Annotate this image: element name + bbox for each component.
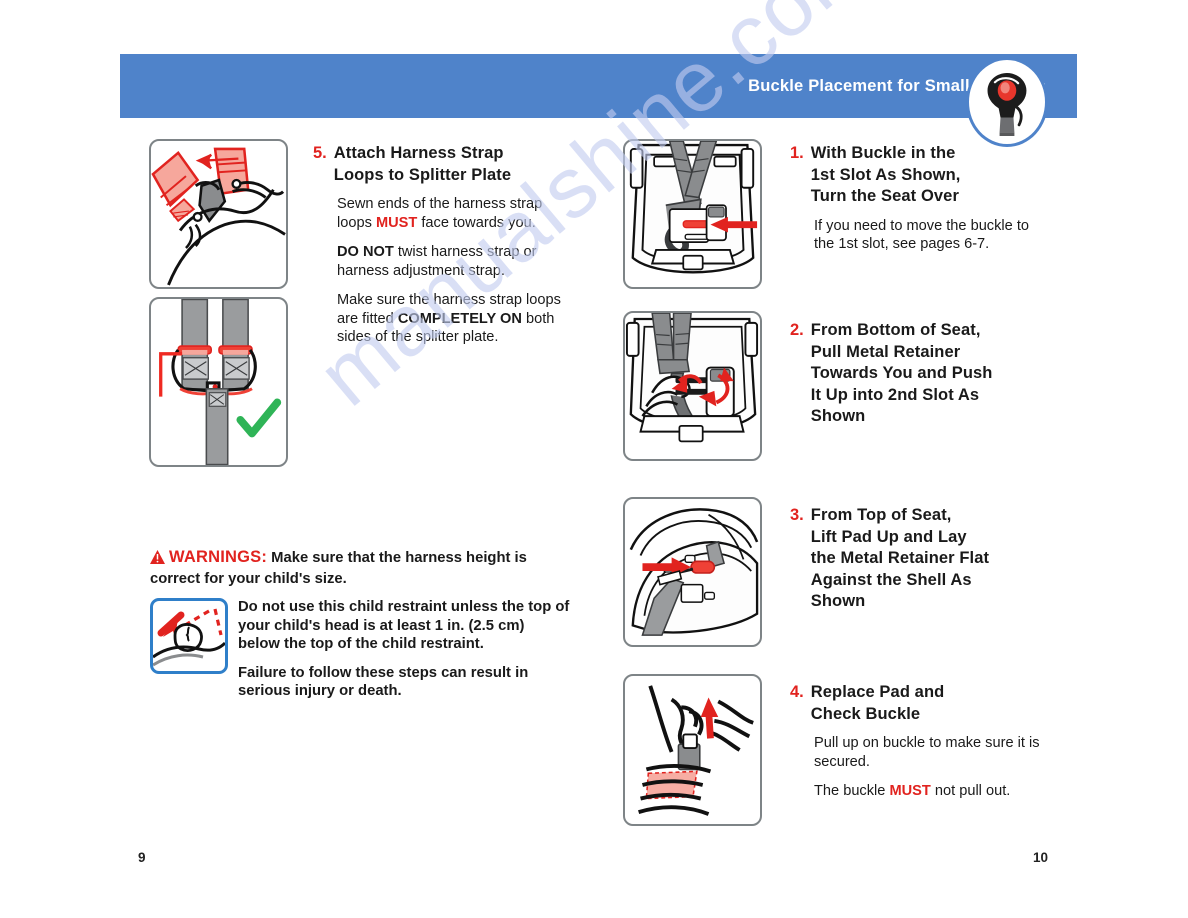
step-5-heading: 5. Attach Harness Strap Loops to Splitte… (313, 143, 575, 186)
step-2-heading: 2. From Bottom of Seat, Pull Metal Retai… (790, 320, 1040, 428)
step-4-title: Replace Pad and Check Buckle (810, 683, 945, 723)
step-3-title: From Top of Seat, Lift Pad Up and Lay th… (810, 506, 990, 610)
step-3-number: 3. (790, 506, 804, 524)
lay-retainer-flat-illustration (623, 497, 762, 647)
pull-metal-retainer-illustration (623, 311, 762, 461)
warning-triangle-icon (150, 550, 165, 570)
step-1-number: 1. (790, 144, 804, 162)
warnings-text: Do not use this child restraint unless t… (238, 598, 570, 701)
buckle-logo-icon (966, 57, 1048, 147)
step-1: 1. With Buckle in the 1st Slot As Shown,… (790, 143, 1040, 254)
step-3-heading: 3. From Top of Seat, Lift Pad Up and Lay… (790, 505, 1040, 613)
page-number-left: 9 (138, 850, 146, 865)
step-5: 5. Attach Harness Strap Loops to Splitte… (313, 143, 575, 347)
manual-page-spread: manualshine.com Buckle Placement for Sma… (0, 0, 1188, 918)
page-number-right: 10 (1033, 850, 1049, 865)
warnings-body-1: Do not use this child restraint unless t… (238, 599, 570, 653)
step-2: 2. From Bottom of Seat, Pull Metal Retai… (790, 320, 1040, 428)
step-5-body: Sewn ends of the harness strap loops MUS… (313, 195, 575, 347)
splitter-plate-correct-illustration (149, 297, 288, 467)
warnings-label: WARNINGS: (169, 548, 268, 566)
warnings-block: WARNINGS: Make sure that the harness hei… (150, 548, 570, 701)
step-1-title: With Buckle in the 1st Slot As Shown, Tu… (810, 144, 961, 205)
step-1-body: If you need to move the buckle to the 1s… (814, 217, 1029, 253)
warnings-body-2: Failure to follow these steps can result… (238, 664, 529, 700)
step-5-para-3: Make sure the harness strap loops are fi… (337, 292, 561, 345)
step-5-para-1: Sewn ends of the harness strap loops MUS… (337, 196, 543, 231)
step-2-title: From Bottom of Seat, Pull Metal Retainer… (810, 321, 993, 425)
step-4-heading: 4. Replace Pad and Check Buckle (790, 682, 1040, 725)
step-5-title: Attach Harness Strap Loops to Splitter P… (333, 144, 512, 184)
step-4-para-1: Pull up on buckle to make sure it is sec… (814, 735, 1040, 770)
step-2-number: 2. (790, 321, 804, 339)
step-4-body: Pull up on buckle to make sure it is sec… (790, 734, 1040, 801)
step-1-heading: 1. With Buckle in the 1st Slot As Shown,… (790, 143, 1040, 208)
warnings-lead: WARNINGS: Make sure that the harness hei… (150, 548, 527, 587)
check-buckle-illustration (623, 674, 762, 826)
step-3: 3. From Top of Seat, Lift Pad Up and Lay… (790, 505, 1040, 613)
warnings-detail-row: Do not use this child restraint unless t… (150, 598, 570, 701)
step-4-para-2: The buckle MUST not pull out. (814, 783, 1011, 799)
step-5-number: 5. (313, 144, 327, 162)
head-clearance-icon (150, 598, 228, 674)
buckle-first-slot-illustration (623, 139, 762, 289)
step-5-para-2: DO NOT twist harness strap or harness ad… (337, 244, 537, 279)
attach-harness-loops-illustration (149, 139, 288, 289)
step-4-number: 4. (790, 683, 804, 701)
step-4: 4. Replace Pad and Check Buckle Pull up … (790, 682, 1040, 801)
